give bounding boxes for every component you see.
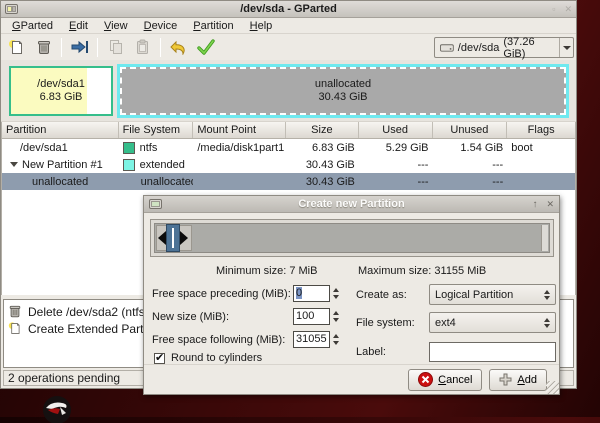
desktop: /dev/sda - GParted ▫ ✕ GParted Edit View… bbox=[0, 0, 600, 417]
resize-left-arrow-icon[interactable] bbox=[158, 231, 166, 245]
cancel-icon bbox=[418, 372, 433, 387]
checkmark-icon bbox=[197, 39, 215, 55]
spinner-buttons[interactable] bbox=[330, 331, 341, 348]
partition-visual: /dev/sda1 6.83 GiB unallocated 30.43 GiB bbox=[1, 60, 576, 122]
menu-gparted[interactable]: GParted bbox=[4, 19, 61, 33]
spinner-buttons[interactable] bbox=[330, 285, 341, 302]
combo-arrows-icon bbox=[544, 318, 550, 328]
new-size-label: New size (MiB): bbox=[152, 311, 229, 323]
plus-icon bbox=[499, 373, 512, 386]
toolbar-separator bbox=[160, 38, 161, 57]
checkbox-icon[interactable] bbox=[154, 353, 165, 364]
paste-icon bbox=[135, 39, 150, 55]
cancel-button[interactable]: Cancel bbox=[408, 369, 482, 391]
copy-button[interactable] bbox=[103, 36, 128, 58]
combo-arrows-icon bbox=[544, 290, 550, 300]
toolbar-separator bbox=[97, 38, 98, 57]
table-row[interactable]: /dev/sda1 ntfs /media/disk1part1 6.83 Gi… bbox=[2, 139, 575, 156]
device-selector[interactable]: /dev/sda (37.26 GiB) bbox=[434, 37, 574, 58]
col-unused[interactable]: Unused bbox=[433, 122, 508, 138]
status-text: 2 operations pending bbox=[8, 371, 120, 385]
dialog-close-icon[interactable]: ✕ bbox=[546, 200, 554, 209]
copy-icon bbox=[108, 39, 124, 55]
free-space-preceding-label: Free space preceding (MiB): bbox=[152, 288, 291, 300]
resize-right-arrow-icon[interactable] bbox=[180, 231, 188, 245]
undo-button[interactable] bbox=[166, 36, 191, 58]
round-to-cylinders-checkbox[interactable]: Round to cylinders bbox=[154, 352, 262, 364]
add-button[interactable]: Add bbox=[489, 369, 547, 391]
window-title: /dev/sda - GParted bbox=[1, 3, 576, 15]
create-partition-dialog: Create new Partition ↑ ✕ Minimum siz bbox=[143, 195, 560, 395]
create-as-label: Create as: bbox=[356, 289, 407, 301]
toolbar: /dev/sda (37.26 GiB) bbox=[1, 34, 576, 60]
menu-partition[interactable]: Partition bbox=[185, 19, 241, 33]
label-label: Label: bbox=[356, 346, 386, 358]
close-icon[interactable]: ✕ bbox=[564, 5, 572, 14]
resize-move-button[interactable] bbox=[67, 36, 92, 58]
dialog-titlebar[interactable]: Create new Partition ↑ ✕ bbox=[144, 196, 559, 213]
trash-icon bbox=[8, 304, 22, 319]
visual-block-unallocated-selected[interactable]: unallocated 30.43 GiB bbox=[117, 64, 569, 118]
main-titlebar[interactable]: /dev/sda - GParted ▫ ✕ bbox=[1, 1, 576, 18]
free-space-preceding-spinner[interactable]: 0 bbox=[293, 285, 341, 302]
new-partition-button[interactable] bbox=[4, 36, 29, 58]
toolbar-separator bbox=[61, 38, 62, 57]
menu-edit[interactable]: Edit bbox=[61, 19, 96, 33]
extended-color-swatch bbox=[123, 159, 135, 171]
col-used[interactable]: Used bbox=[359, 122, 433, 138]
label-input[interactable] bbox=[429, 342, 556, 362]
maximum-size-label: Maximum size: 31155 MiB bbox=[358, 265, 486, 277]
resize-grip[interactable] bbox=[546, 381, 559, 394]
visual-block-sda1[interactable]: /dev/sda1 6.83 GiB bbox=[9, 66, 113, 116]
resize-handle[interactable] bbox=[158, 224, 190, 252]
chevron-down-icon[interactable] bbox=[559, 38, 573, 57]
menubar: GParted Edit View Device Partition Help bbox=[1, 18, 576, 34]
minimize-icon[interactable]: ▫ bbox=[552, 5, 555, 14]
resize-grip-bar[interactable] bbox=[166, 224, 180, 252]
shade-icon[interactable]: ↑ bbox=[532, 200, 537, 209]
device-size: (37.26 GiB) bbox=[503, 36, 555, 60]
dialog-icon bbox=[149, 198, 162, 210]
apply-button[interactable] bbox=[193, 36, 218, 58]
free-space-following-spinner[interactable]: 31055 bbox=[293, 331, 341, 348]
free-space-following-label: Free space following (MiB): bbox=[152, 334, 285, 346]
paste-button[interactable] bbox=[130, 36, 155, 58]
expander-icon[interactable] bbox=[10, 162, 18, 167]
table-row[interactable]: New Partition #1 extended 30.43 GiB --- … bbox=[2, 156, 575, 173]
menu-view[interactable]: View bbox=[96, 19, 136, 33]
delete-partition-button[interactable] bbox=[31, 36, 56, 58]
new-document-icon bbox=[8, 321, 22, 336]
trash-icon bbox=[36, 39, 52, 56]
menu-device[interactable]: Device bbox=[136, 19, 186, 33]
table-header: Partition File System Mount Point Size U… bbox=[2, 122, 575, 139]
desktop-logo bbox=[36, 393, 78, 423]
file-system-label: File system: bbox=[356, 317, 415, 329]
resize-move-icon bbox=[71, 40, 89, 54]
harddisk-icon bbox=[440, 42, 454, 53]
gparted-app-icon bbox=[5, 3, 18, 15]
minimum-size-label: Minimum size: 7 MiB bbox=[216, 265, 317, 277]
undo-icon bbox=[170, 40, 187, 55]
dialog-body: Minimum size: 7 MiB Maximum size: 31155 … bbox=[144, 213, 559, 394]
dialog-title: Create new Partition bbox=[144, 198, 559, 210]
col-filesystem[interactable]: File System bbox=[119, 122, 194, 138]
spinner-buttons[interactable] bbox=[330, 308, 341, 325]
col-partition[interactable]: Partition bbox=[2, 122, 119, 138]
col-flags[interactable]: Flags bbox=[507, 122, 575, 138]
ntfs-color-swatch bbox=[123, 142, 135, 154]
partition-size-slider bbox=[150, 219, 554, 257]
table-row-selected[interactable]: unallocated unallocated 30.43 GiB --- --… bbox=[2, 173, 575, 190]
menu-help[interactable]: Help bbox=[242, 19, 281, 33]
file-system-dropdown[interactable]: ext4 bbox=[429, 312, 556, 333]
create-as-dropdown[interactable]: Logical Partition bbox=[429, 284, 556, 305]
dialog-button-bar: Cancel Add bbox=[144, 364, 559, 394]
new-document-icon bbox=[8, 39, 25, 56]
col-mountpoint[interactable]: Mount Point bbox=[193, 122, 286, 138]
new-size-spinner[interactable]: 100 bbox=[293, 308, 341, 325]
device-name: /dev/sda bbox=[458, 42, 500, 54]
col-size[interactable]: Size bbox=[286, 122, 359, 138]
